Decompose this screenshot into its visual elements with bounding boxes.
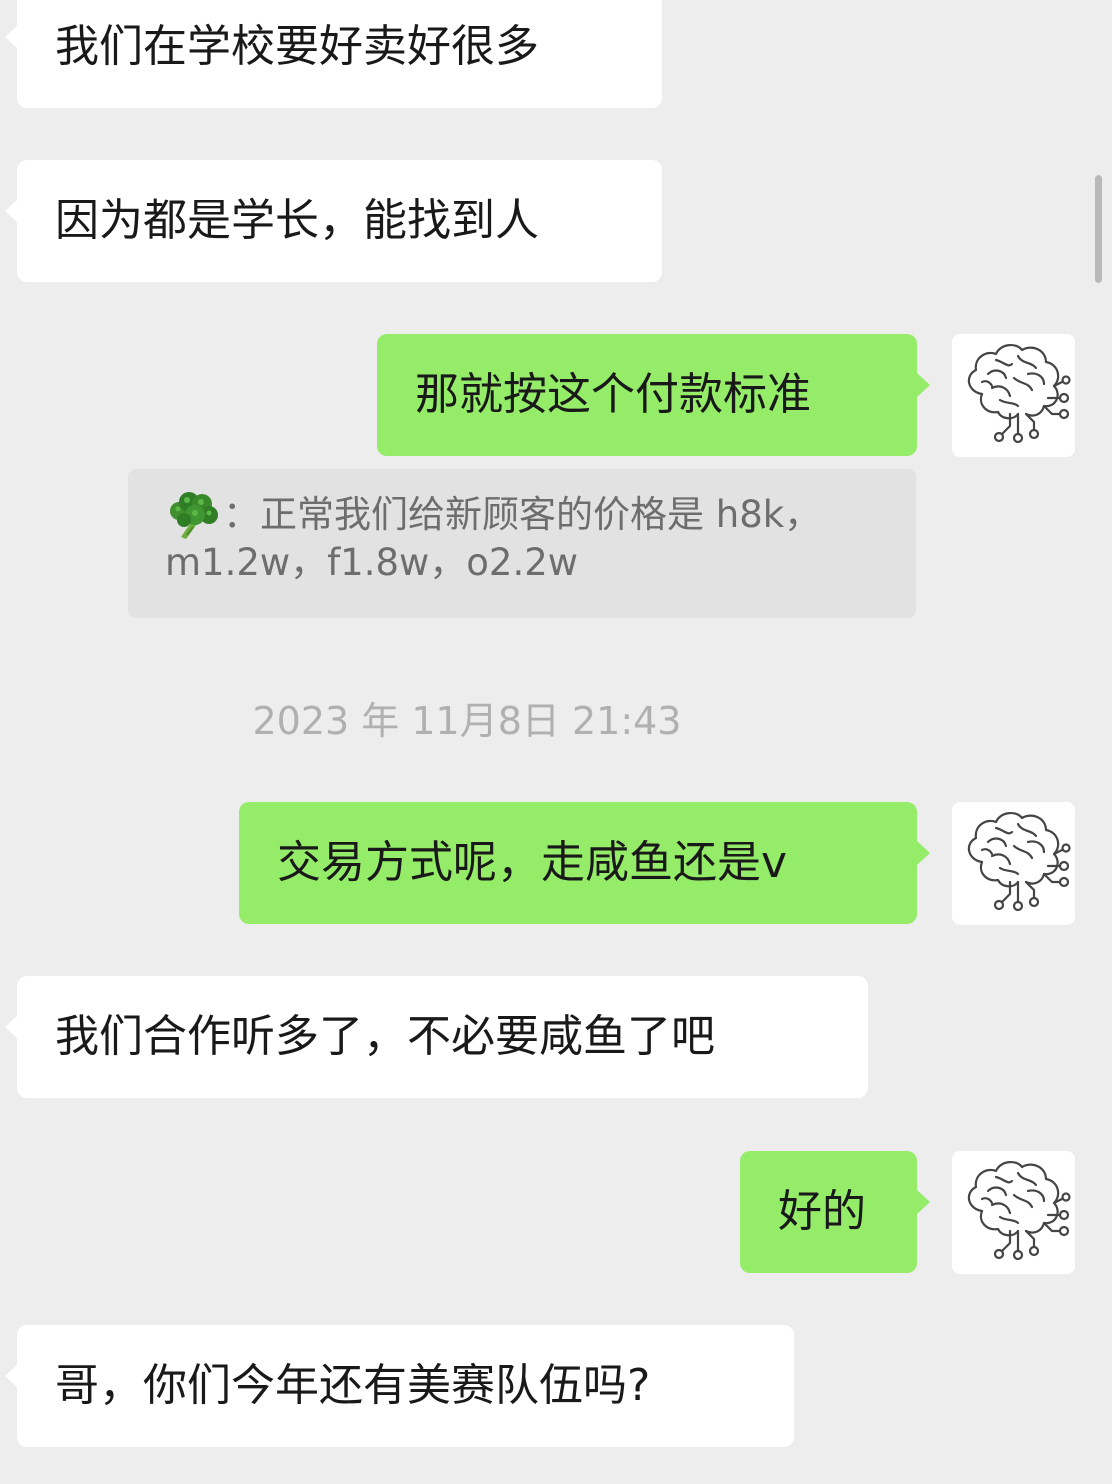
message-text: 因为都是学长，能找到人	[55, 195, 539, 246]
message-bubble-incoming[interactable]: 我们在学校要好卖好很多	[5, 0, 662, 108]
quoted-message[interactable]: ：正常我们给新顾客的价格是 h8k， m1.2w，f1.8w，o2.2w	[128, 469, 916, 618]
avatar[interactable]	[952, 802, 1075, 925]
message-bubble-outgoing[interactable]: 那就按这个付款标准	[377, 334, 930, 456]
message-bubble-incoming[interactable]: 因为都是学长，能找到人	[5, 160, 662, 282]
message-text: 哥，你们今年还有美赛队伍吗?	[55, 1360, 651, 1411]
message-bubble-outgoing[interactable]: 交易方式呢，走咸鱼还是v	[239, 802, 930, 924]
message-bubble-outgoing[interactable]: 好的	[740, 1151, 930, 1273]
chat-timestamp: 2023 年 11月8日 21:43	[252, 699, 682, 743]
brain-circuit-icon	[967, 343, 1071, 444]
brain-circuit-icon	[967, 1160, 1071, 1261]
message-text: 好的	[778, 1186, 866, 1237]
avatar[interactable]	[952, 334, 1075, 457]
quote-text-line-1: 正常我们给新顾客的价格是 h8k，	[260, 493, 822, 536]
quote-text-line-2: m1.2w，f1.8w，o2.2w	[165, 541, 579, 584]
message-bubble-incoming[interactable]: 我们合作听多了，不必要咸鱼了吧	[5, 976, 868, 1098]
message-text: 我们合作听多了，不必要咸鱼了吧	[55, 1011, 715, 1062]
message-text: 我们在学校要好卖好很多	[55, 21, 539, 72]
quote-line-1: ：正常我们给新顾客的价格是 h8k，	[165, 491, 880, 539]
quote-separator: ：	[223, 493, 260, 536]
message-text: 那就按这个付款标准	[415, 369, 811, 420]
avatar[interactable]	[952, 1151, 1075, 1274]
message-text: 交易方式呢，走咸鱼还是v	[277, 837, 788, 888]
message-bubble-incoming[interactable]: 哥，你们今年还有美赛队伍吗?	[5, 1325, 794, 1447]
broccoli-icon	[165, 491, 219, 539]
brain-circuit-icon	[967, 811, 1071, 912]
scrollbar[interactable]	[1095, 175, 1102, 283]
